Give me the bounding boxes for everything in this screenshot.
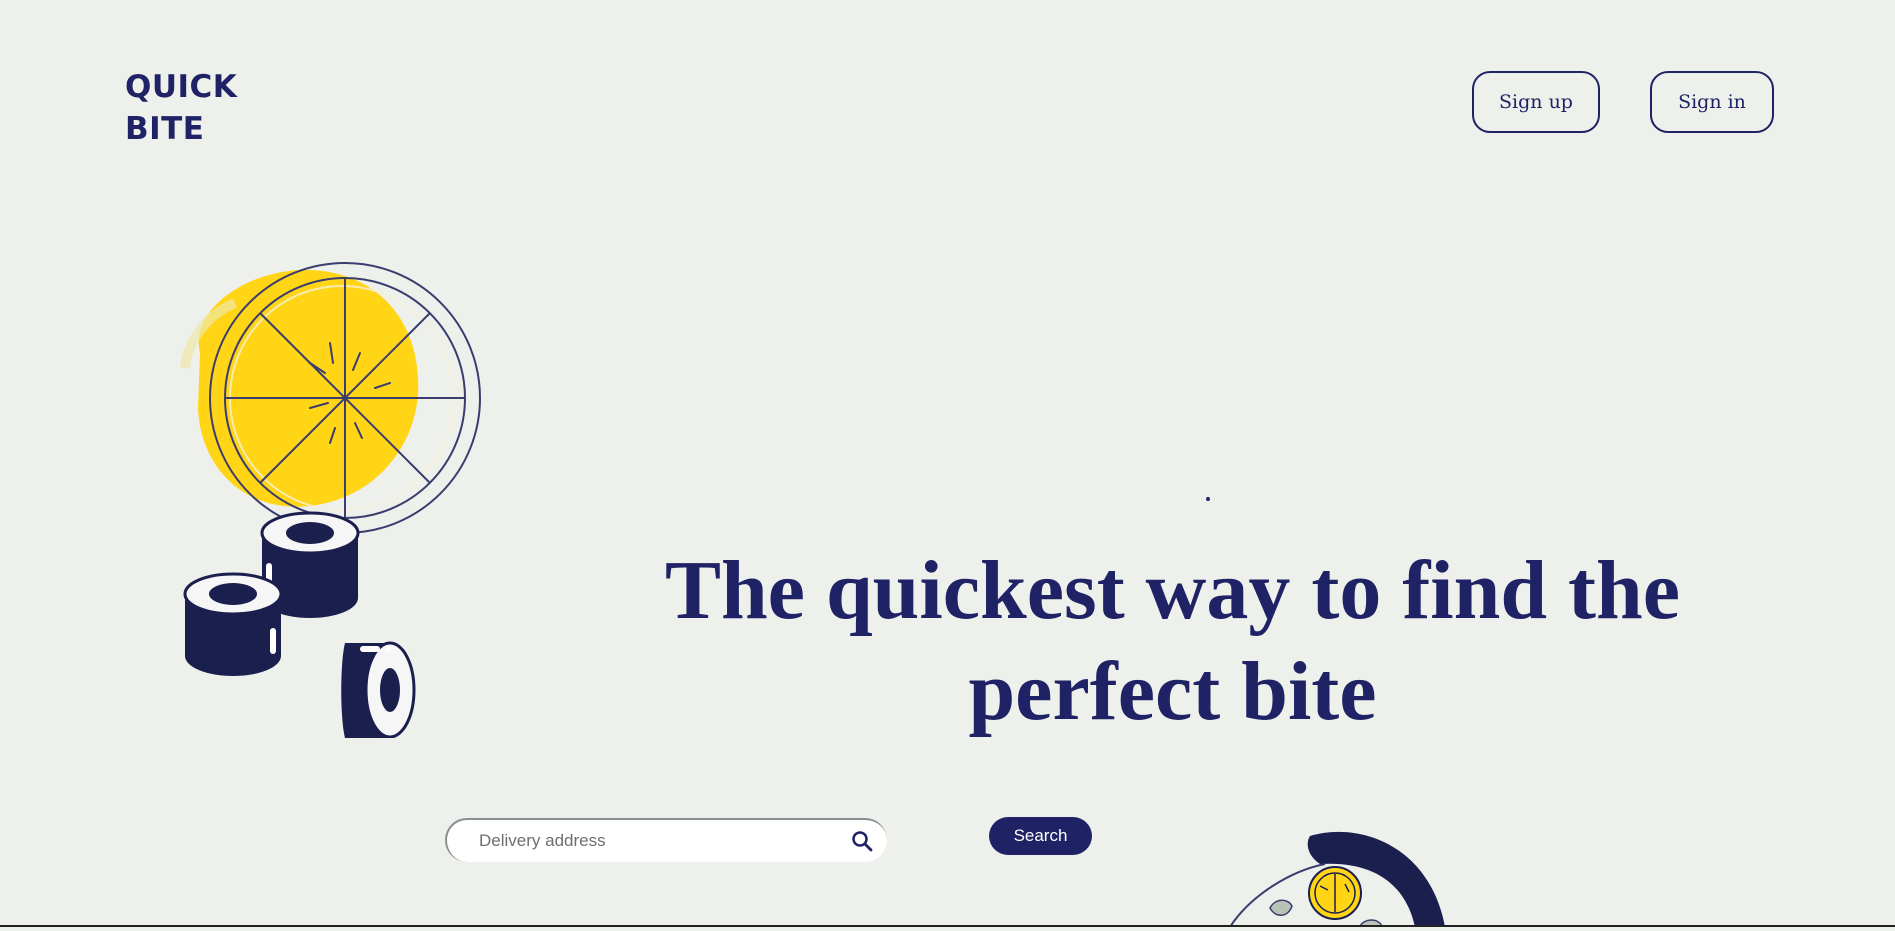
decorative-dot bbox=[1206, 497, 1210, 501]
search-icon[interactable] bbox=[851, 830, 873, 852]
delivery-address-input[interactable] bbox=[477, 830, 841, 852]
pizza-and-sushi-illustration bbox=[180, 258, 500, 742]
delivery-address-search-box[interactable] bbox=[445, 818, 887, 862]
logo[interactable]: QUICK BITE bbox=[125, 66, 237, 150]
food-bowl-illustration bbox=[1220, 826, 1460, 931]
search-button[interactable]: Search bbox=[989, 817, 1092, 855]
logo-line-2: BITE bbox=[125, 111, 205, 147]
logo-line-1: QUICK bbox=[125, 69, 238, 105]
sign-up-button[interactable]: Sign up bbox=[1472, 71, 1600, 133]
hero-headline: The quickest way to find the perfect bit… bbox=[664, 544, 1681, 738]
sign-in-button[interactable]: Sign in bbox=[1650, 71, 1774, 133]
